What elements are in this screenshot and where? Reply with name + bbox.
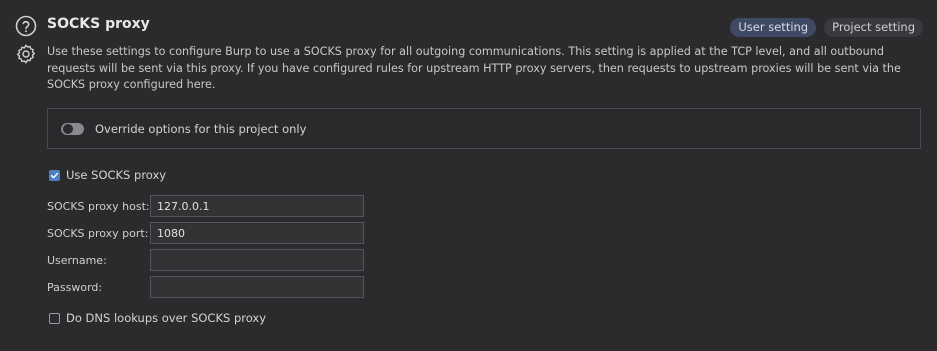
override-label: Override options for this project only bbox=[95, 121, 307, 136]
use-socks-proxy-label: Use SOCKS proxy bbox=[66, 168, 167, 182]
dns-lookups-label: Do DNS lookups over SOCKS proxy bbox=[66, 311, 267, 325]
password-label: Password: bbox=[47, 280, 103, 294]
section-title: SOCKS proxy bbox=[47, 16, 150, 32]
socks-proxy-panel: SOCKS proxy User setting Project setting… bbox=[0, 0, 937, 351]
dns-lookups-checkbox[interactable] bbox=[49, 312, 60, 324]
use-socks-proxy-row[interactable]: Use SOCKS proxy bbox=[49, 168, 166, 182]
project-setting-pill[interactable]: Project setting bbox=[824, 18, 923, 37]
host-label: SOCKS proxy host: bbox=[47, 199, 150, 213]
host-input[interactable] bbox=[150, 195, 364, 217]
host-field-row: SOCKS proxy host: bbox=[47, 195, 364, 217]
section-description: Use these settings to configure Burp to … bbox=[47, 45, 901, 91]
password-field-row: Password: bbox=[47, 276, 364, 298]
override-toggle[interactable] bbox=[61, 122, 84, 135]
user-setting-pill[interactable]: User setting bbox=[730, 18, 817, 37]
dns-lookups-row[interactable]: Do DNS lookups over SOCKS proxy bbox=[49, 311, 266, 325]
help-circle-icon[interactable] bbox=[14, 14, 38, 38]
gear-icon[interactable] bbox=[14, 42, 38, 66]
setting-scope-pills: User setting Project setting bbox=[730, 18, 923, 37]
password-input[interactable] bbox=[150, 276, 364, 298]
port-label: SOCKS proxy port: bbox=[47, 226, 149, 240]
override-options-box: Override options for this project only bbox=[47, 108, 921, 149]
username-input[interactable] bbox=[150, 249, 364, 271]
username-field-row: Username: bbox=[47, 249, 364, 271]
checkmark-icon bbox=[50, 172, 59, 178]
username-label: Username: bbox=[47, 253, 107, 267]
port-field-row: SOCKS proxy port: bbox=[47, 222, 364, 244]
use-socks-proxy-checkbox[interactable] bbox=[49, 169, 60, 181]
section-icons bbox=[14, 14, 40, 70]
port-input[interactable] bbox=[150, 222, 364, 244]
toggle-knob bbox=[63, 123, 73, 134]
